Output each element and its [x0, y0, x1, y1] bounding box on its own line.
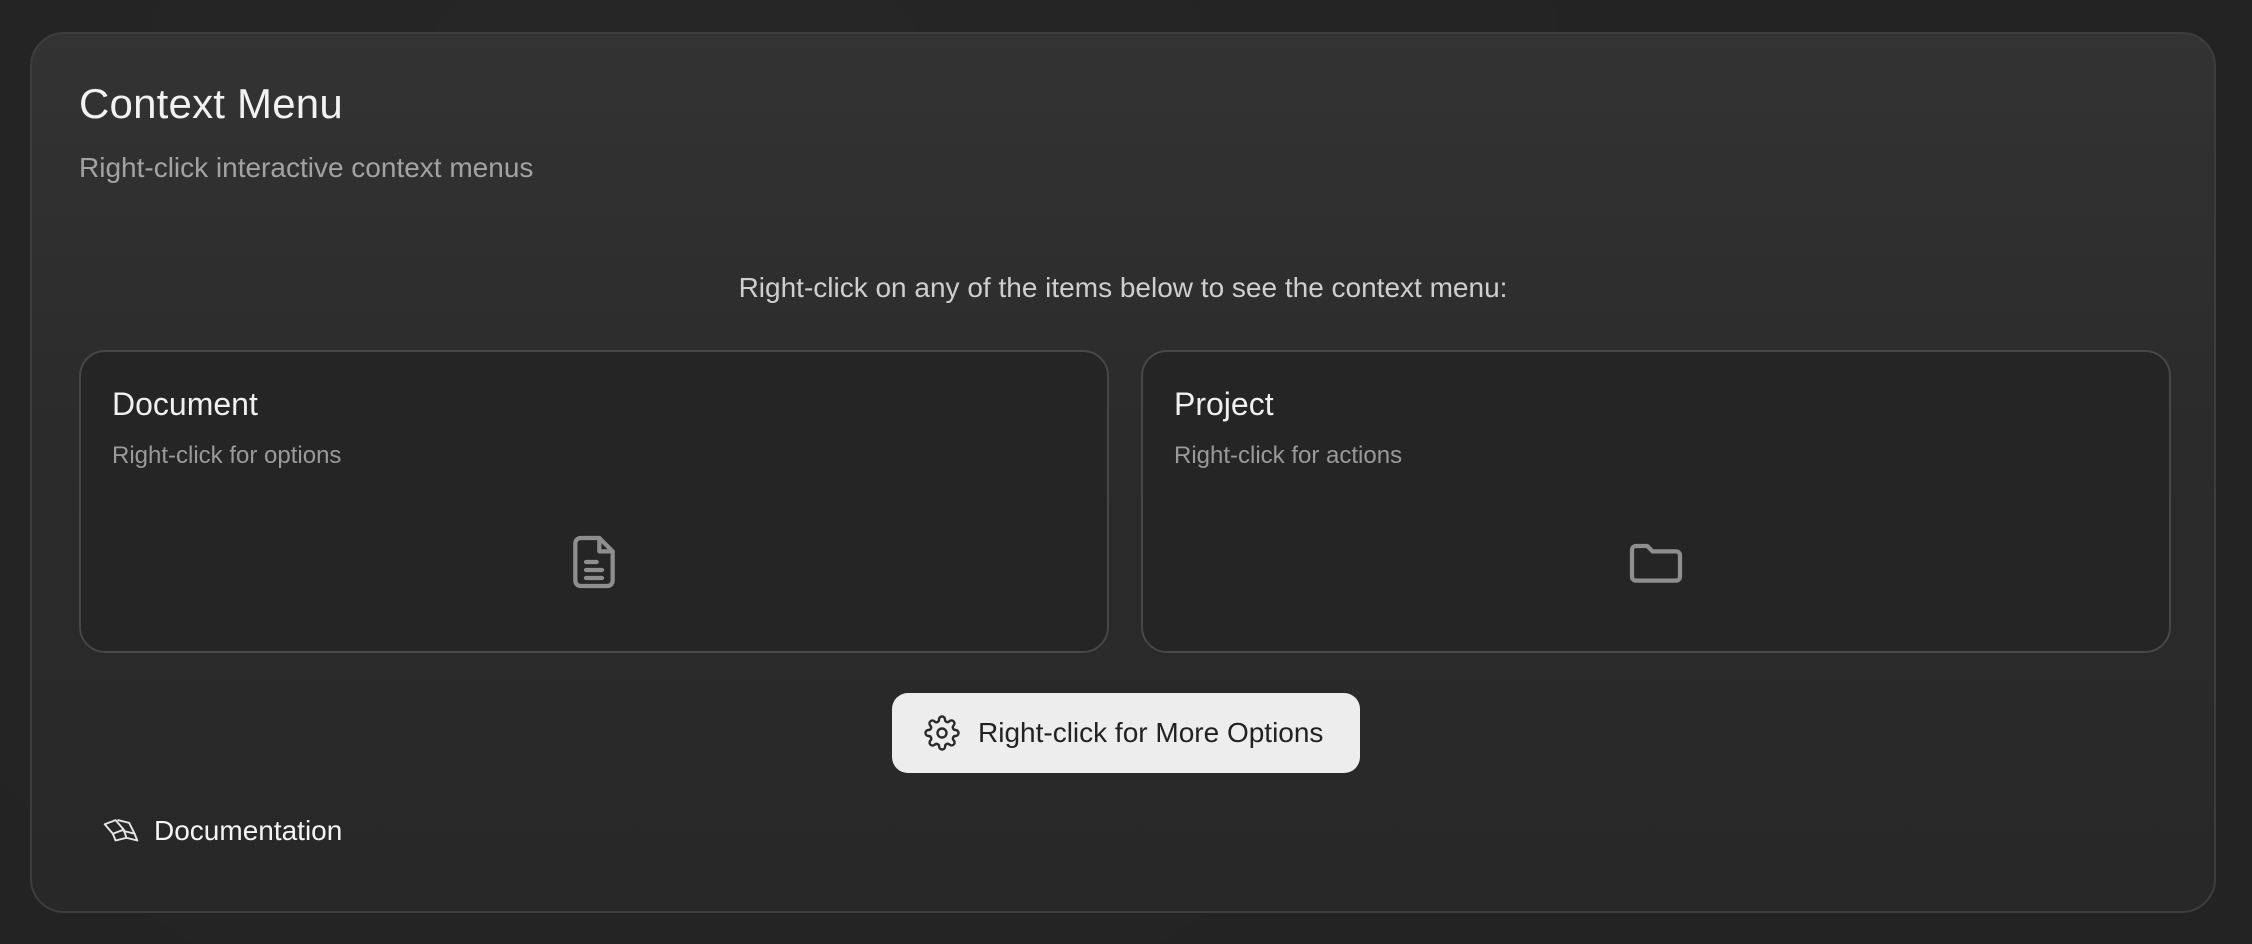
- document-card-title: Document: [112, 386, 258, 422]
- project-card-title: Project: [1174, 386, 1274, 422]
- documentation-label: Documentation: [154, 815, 343, 846]
- page-title: Context Menu: [79, 80, 343, 127]
- gear-icon: [924, 715, 960, 751]
- page: Context Menu Right-click interactive con…: [0, 0, 2252, 944]
- project-card-subtitle: Right-click for actions: [1174, 442, 1403, 469]
- project-card[interactable]: Project Right-click for actions: [1141, 350, 2171, 653]
- context-menu-panel: Context Menu Right-click interactive con…: [30, 32, 2216, 913]
- document-icon: [573, 535, 615, 589]
- instructions-text: Right-click on any of the items below to…: [738, 272, 1508, 303]
- document-card[interactable]: Document Right-click for options: [79, 350, 1109, 653]
- folder-icon: [1629, 543, 1683, 583]
- documentation-link[interactable]: Documentation: [102, 814, 342, 848]
- document-card-subtitle: Right-click for options: [112, 442, 342, 469]
- page-subtitle: Right-click interactive context menus: [79, 152, 534, 183]
- book-icon: [103, 819, 139, 842]
- more-options-button[interactable]: Right-click for More Options: [892, 693, 1360, 773]
- more-options-label: Right-click for More Options: [978, 717, 1324, 748]
